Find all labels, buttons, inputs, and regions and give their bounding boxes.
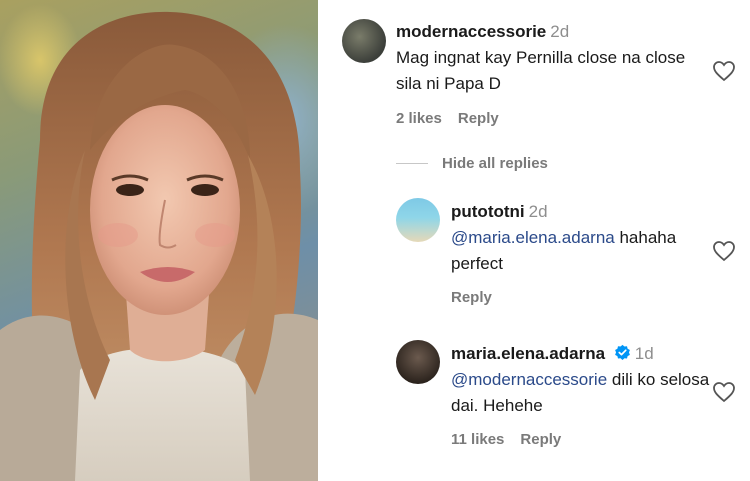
comment-username[interactable]: modernaccessorie 2d — [396, 22, 569, 42]
reply-meta: 11 likes Reply — [451, 431, 577, 448]
profile-photo — [0, 0, 318, 481]
reply-time: 1d — [634, 344, 654, 363]
username-text[interactable]: modernaccessorie — [396, 22, 546, 41]
reply-button[interactable]: Reply — [451, 289, 492, 306]
comment-meta: 2 likes Reply — [396, 110, 515, 127]
reply-button[interactable]: Reply — [458, 110, 499, 127]
comment-text: Mag ingnat kay Pernilla close na close s… — [396, 48, 686, 93]
like-heart-icon[interactable] — [712, 381, 736, 403]
like-heart-icon[interactable] — [712, 60, 736, 82]
comment-time: 2d — [550, 22, 570, 41]
mention-link[interactable]: @modernaccessorie — [451, 370, 607, 389]
reply-meta: Reply — [451, 289, 508, 306]
reply-username[interactable]: putototni 2d — [451, 202, 548, 222]
like-heart-icon[interactable] — [712, 240, 736, 262]
hide-replies-button[interactable]: Hide all replies — [442, 155, 548, 172]
reply-text: @modernaccessorie dili ko selosa dai. He… — [451, 367, 721, 419]
avatar-modernaccessorie[interactable] — [342, 19, 386, 63]
username-text[interactable]: maria.elena.adarna — [451, 344, 605, 363]
mention-link[interactable]: @maria.elena.adarna — [451, 228, 615, 247]
avatar-putototni[interactable] — [396, 198, 440, 242]
portrait-illustration — [0, 11, 318, 481]
reply-button[interactable]: Reply — [520, 431, 561, 448]
replies-divider — [396, 163, 428, 164]
comments-panel: modernaccessorie 2d Mag ingnat kay Pernil… — [318, 0, 750, 481]
likes-count[interactable]: 2 likes — [396, 110, 442, 127]
likes-count[interactable]: 11 likes — [451, 431, 504, 448]
reply-text: @maria.elena.adarna hahaha perfect — [451, 225, 721, 277]
reply-username[interactable]: maria.elena.adarna 1d — [451, 344, 654, 364]
username-text[interactable]: putototni — [451, 202, 525, 221]
avatar-maria-elena-adarna[interactable] — [396, 340, 440, 384]
verified-badge-icon — [614, 344, 630, 360]
reply-time: 2d — [528, 202, 548, 221]
